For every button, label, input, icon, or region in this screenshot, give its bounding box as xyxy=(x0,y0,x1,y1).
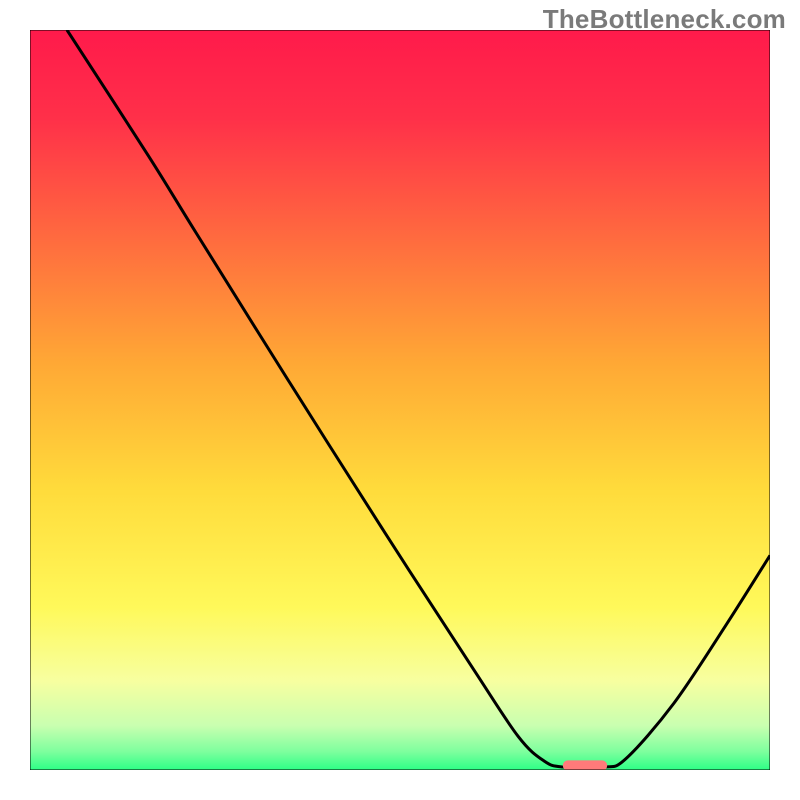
heat-background xyxy=(30,30,770,770)
chart-container: TheBottleneck.com xyxy=(0,0,800,800)
bottleneck-chart xyxy=(30,30,770,770)
optimal-marker xyxy=(563,760,607,770)
